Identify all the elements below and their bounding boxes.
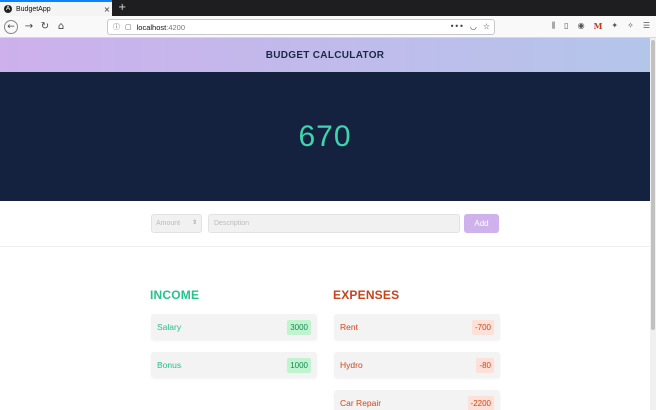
income-item-name: Bonus <box>157 360 182 370</box>
browser-tab[interactable]: A BudgetApp × <box>0 0 112 16</box>
income-item[interactable]: Salary 3000 <box>151 314 317 340</box>
description-input[interactable]: Description <box>208 214 460 233</box>
url-text[interactable]: localhost:4200 <box>137 23 185 32</box>
page-actions-icon[interactable]: ••• <box>450 22 464 31</box>
page-title: BUDGET CALCULATOR <box>265 49 385 61</box>
income-item-amount: 3000 <box>287 319 311 335</box>
menu-icon[interactable]: ☰ <box>643 21 650 31</box>
scrollbar-thumb[interactable] <box>651 40 655 330</box>
expenses-heading: EXPENSES <box>333 288 400 302</box>
expense-item[interactable]: Hydro -80 <box>334 352 500 378</box>
expense-item-amount: -700 <box>471 319 494 335</box>
bookmark-star-icon[interactable]: ☆ <box>483 22 490 31</box>
browser-tab-bar: A BudgetApp × + <box>0 0 656 16</box>
expense-item-name: Hydro <box>340 360 363 370</box>
expense-item-name: Rent <box>340 322 358 332</box>
expense-item[interactable]: Rent -700 <box>334 314 500 340</box>
url-bar[interactable]: ⓘ ▢ localhost:4200 ••• ◡ ☆ <box>107 19 495 35</box>
expense-item-name: Car Repair <box>340 398 382 408</box>
close-tab-icon[interactable]: × <box>102 5 112 14</box>
account-icon[interactable]: ◉ <box>578 21 585 31</box>
total-budget-panel: 670 <box>0 72 650 201</box>
back-arrow-icon[interactable]: ← <box>4 20 18 34</box>
browser-nav-bar: ← → ↻ ⌂ ⓘ ▢ localhost:4200 ••• ◡ ☆ ⫼ ▯ ◉… <box>0 16 656 38</box>
tab-title: BudgetApp <box>16 5 51 13</box>
sidebar-icon[interactable]: ▯ <box>564 21 568 31</box>
page-scrollbar[interactable] <box>650 38 656 410</box>
new-tab-icon[interactable]: + <box>118 2 126 13</box>
total-budget-value: 670 <box>298 119 352 153</box>
library-icon[interactable]: ⫼ <box>551 21 555 31</box>
reload-icon[interactable]: ↻ <box>38 20 52 34</box>
gmail-extension-icon[interactable]: M <box>594 21 603 31</box>
angular-favicon-icon: A <box>4 5 12 13</box>
stepper-icon[interactable]: ⇕ <box>192 219 197 226</box>
add-button[interactable]: Add <box>464 214 499 233</box>
income-item[interactable]: Bonus 1000 <box>151 352 317 378</box>
income-heading: INCOME <box>150 288 200 302</box>
home-icon[interactable]: ⌂ <box>54 20 68 34</box>
extension-icon[interactable]: ✦ <box>611 21 618 31</box>
pocket-icon[interactable]: ◡ <box>470 22 477 31</box>
amount-input[interactable]: Amount ⇕ <box>151 214 202 233</box>
budget-app: BUDGET CALCULATOR 670 Amount ⇕ Descripti… <box>0 38 650 410</box>
page-info-icon[interactable]: ⓘ <box>113 22 120 32</box>
expense-item-amount: -80 <box>476 357 494 373</box>
add-item-form: Amount ⇕ Description Add <box>0 201 650 247</box>
income-item-amount: 1000 <box>287 357 311 373</box>
page-icon: ▢ <box>125 23 132 31</box>
expense-item-amount: -2200 <box>467 395 494 410</box>
app-header: BUDGET CALCULATOR <box>0 38 650 72</box>
expense-item[interactable]: Car Repair -2200 <box>334 390 500 410</box>
income-item-name: Salary <box>157 322 182 332</box>
extension-icon-2[interactable]: ✧ <box>627 21 634 31</box>
forward-arrow-icon[interactable]: → <box>22 20 36 34</box>
